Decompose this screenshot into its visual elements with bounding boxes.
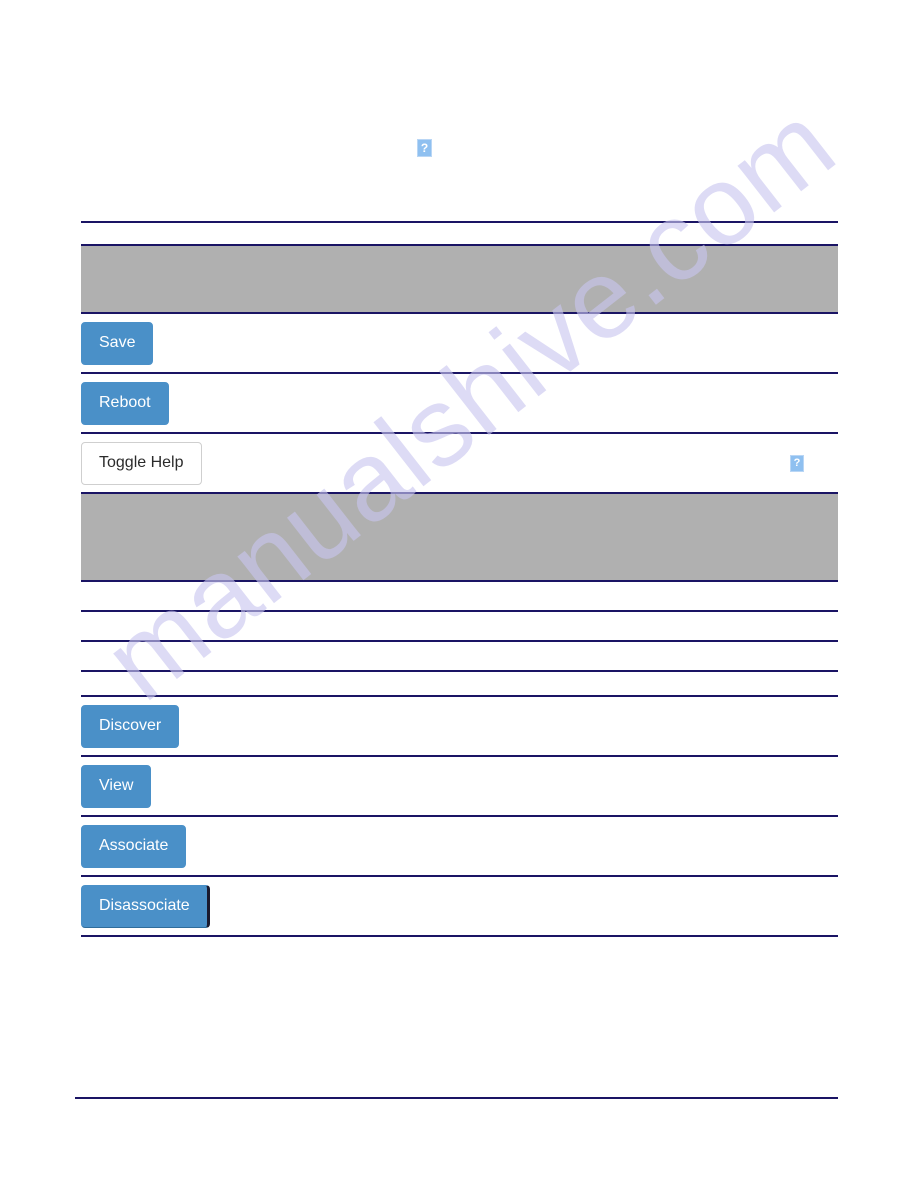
table-row-associate: Associate [81,817,838,877]
table-row-toggle-help: Toggle Help ? [81,434,838,492]
help-placeholder-glyph: ? [417,139,432,157]
table-row-discover: Discover [81,697,838,757]
table-row [81,612,838,642]
footer-divider [75,1097,838,1099]
table-row [81,672,838,697]
section-header-band-2 [81,492,838,582]
page-canvas: ? Save Reboot Toggle Help ? Discover Vie… [0,0,918,1188]
help-icon[interactable]: ? [790,454,804,472]
reboot-button[interactable]: Reboot [81,381,169,425]
help-icon[interactable]: ? [417,139,432,157]
table-row-save: Save [81,314,838,374]
document-header-area: ? [0,0,918,222]
table-row [81,642,838,672]
table-row-disassociate: Disassociate [81,877,838,937]
save-button[interactable]: Save [81,321,154,365]
header-divider [81,221,838,223]
table-row-reboot: Reboot [81,374,838,434]
view-button[interactable]: View [81,764,152,808]
toggle-help-button[interactable]: Toggle Help [81,441,202,485]
disassociate-button[interactable]: Disassociate [81,884,210,928]
section-header-band-1 [81,244,838,314]
table-row [81,582,838,612]
help-placeholder-glyph: ? [790,454,804,472]
settings-table: Save Reboot Toggle Help ? Discover View … [81,244,838,937]
associate-button[interactable]: Associate [81,824,187,868]
discover-button[interactable]: Discover [81,704,180,748]
table-row-view: View [81,757,838,817]
